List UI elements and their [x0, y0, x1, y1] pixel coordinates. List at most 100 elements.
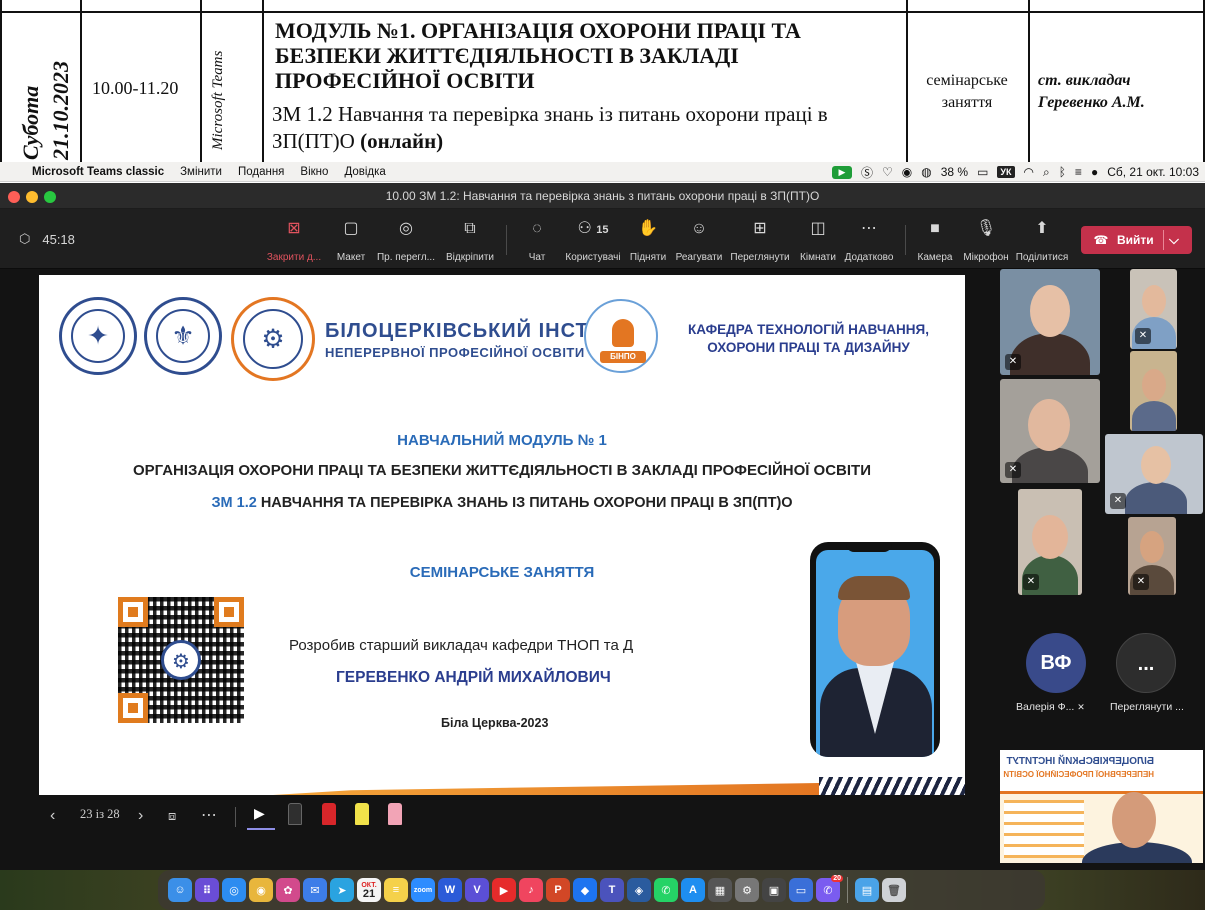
schedule-submodule-mode: (онлайн): [360, 129, 444, 153]
eraser-icon[interactable]: [388, 803, 402, 825]
highlighter-icon[interactable]: [355, 803, 369, 825]
vpn-icon[interactable]: ◍: [921, 165, 931, 179]
siri-icon[interactable]: ●: [1091, 165, 1098, 179]
powerpoint-icon[interactable]: P: [546, 878, 570, 902]
raise-hand-button[interactable]: ✋ Підняти: [627, 219, 669, 263]
see-all-participants-label[interactable]: Переглянути ...: [1110, 701, 1184, 713]
youtube-icon[interactable]: ▶: [492, 878, 516, 902]
participant-video[interactable]: ✕: [1018, 489, 1082, 595]
keyboard-layout[interactable]: УК: [997, 166, 1015, 178]
menu-app-name[interactable]: Microsoft Teams classic: [24, 166, 172, 178]
calendar-icon[interactable]: ОКТ. 21: [357, 878, 381, 902]
camera-button[interactable]: ■ Камера: [916, 219, 954, 263]
viber-badge-icon[interactable]: ✆ 20: [816, 875, 843, 902]
notes-icon[interactable]: ≡: [384, 878, 408, 902]
next-slide-button[interactable]: ›: [138, 805, 143, 827]
participant-video[interactable]: ✕: [1130, 269, 1177, 349]
people-label: Користувачі: [565, 252, 621, 263]
preview-app-icon[interactable]: ▣: [762, 878, 786, 902]
chat-button[interactable]: ◌ Чат: [522, 219, 552, 263]
telegram-icon[interactable]: ➤: [330, 878, 354, 902]
bluetooth-icon[interactable]: ᛒ: [1059, 165, 1066, 179]
skype-icon[interactable]: Ⓢ: [861, 164, 873, 181]
share-button[interactable]: ⬆ Поділитися: [1014, 219, 1070, 263]
menu-item-help[interactable]: Довідка: [336, 166, 393, 178]
raise-hand-label: Підняти: [629, 252, 667, 263]
pop-out-button[interactable]: ⧉ Відкріпити: [444, 219, 496, 263]
mail-icon[interactable]: ✉: [303, 878, 327, 902]
participant-video[interactable]: ✕: [1128, 517, 1176, 595]
minimize-window-button[interactable]: [26, 191, 38, 203]
viber-icon[interactable]: V: [465, 878, 489, 902]
macos-menu-bar: Microsoft Teams classic Змінити Подання …: [0, 162, 1205, 182]
hang-up-icon: ☎: [1093, 233, 1109, 247]
more-icon: ⋯: [861, 220, 877, 237]
calculator-icon[interactable]: ▦: [708, 878, 732, 902]
participant-video[interactable]: ✕: [1105, 434, 1203, 514]
participant-video[interactable]: [1130, 351, 1177, 431]
control-center-icon[interactable]: ≡: [1075, 165, 1082, 179]
spotlight-icon[interactable]: ⌕: [1043, 165, 1050, 180]
laser-pointer-icon[interactable]: ▶: [254, 805, 268, 823]
music-icon[interactable]: ♪: [519, 878, 543, 902]
chrome-icon[interactable]: ◉: [249, 878, 273, 902]
schedule-time: 10.00-11.20: [92, 78, 179, 98]
black-pen-icon[interactable]: [288, 803, 302, 825]
menu-item-edit[interactable]: Змінити: [172, 166, 230, 178]
layout-button[interactable]: ▢ Макет: [332, 219, 370, 263]
see-all-participants-button[interactable]: ...: [1116, 633, 1176, 693]
previous-slide-button[interactable]: ‹: [50, 805, 55, 827]
menu-clock[interactable]: Сб, 21 окт. 10:03: [1107, 165, 1199, 179]
meeting-timer: ⬡ 45:18: [19, 231, 75, 247]
participant-name[interactable]: Валерія Ф... ✕: [1016, 701, 1085, 713]
preview-button[interactable]: ◎ Пр. перегл...: [373, 219, 439, 263]
trash-icon[interactable]: 🗑: [882, 878, 906, 902]
wifi-icon[interactable]: ◠: [1024, 165, 1034, 179]
menu-item-window[interactable]: Вікно: [292, 166, 336, 178]
binpo-logo-icon: БІНПО: [584, 299, 658, 373]
app-icon[interactable]: ◈: [627, 878, 651, 902]
color-wheel-icon[interactable]: ◉: [902, 165, 912, 179]
screen-share-icon[interactable]: ▭: [789, 878, 813, 902]
stop-sharing-button[interactable]: ⊠ Закрити д...: [263, 219, 325, 263]
more-button[interactable]: ⋯ Додатково: [843, 219, 895, 263]
launchpad-icon[interactable]: ⠿: [195, 878, 219, 902]
institute-name-line2: НЕПЕРЕРВНОЇ ПРОФЕСІЙНОЇ ОСВІТИ: [325, 345, 585, 360]
slide-controls: ‹ 23 із 28 › ⧈ ⋯ ▶: [0, 795, 1000, 839]
settings-icon[interactable]: ⚙: [735, 878, 759, 902]
word-icon[interactable]: W: [438, 878, 462, 902]
menu-item-view[interactable]: Подання: [230, 166, 292, 178]
downloads-folder-icon[interactable]: ▤: [855, 878, 879, 902]
people-button[interactable]: ⚇ 15 Користувачі: [562, 219, 624, 263]
avatar[interactable]: ВФ: [1026, 633, 1086, 693]
more-options-icon[interactable]: ⋯: [201, 805, 217, 827]
finder-icon[interactable]: ☺: [168, 878, 192, 902]
red-pen-icon[interactable]: [322, 803, 336, 825]
zoom-window-button[interactable]: [44, 191, 56, 203]
battery-icon[interactable]: ▭: [977, 165, 988, 179]
self-video[interactable]: БІЛОЦЕРКІВСЬКИЙ ІНСТИТУТ НЕПЕРЕРВНОЇ ПРО…: [1000, 750, 1203, 863]
participant-video[interactable]: ✕: [1000, 269, 1100, 375]
self-banner-line2: НЕПЕРЕРВНОЇ ПРОФЕСІЙНОЇ ОСВІТИ: [1003, 770, 1154, 779]
rooms-button[interactable]: ◫ Кімнати: [795, 219, 841, 263]
participant-video[interactable]: ✕: [1000, 379, 1100, 483]
leave-button[interactable]: ☎ Вийти ⌵: [1081, 226, 1192, 254]
close-window-button[interactable]: [8, 191, 20, 203]
view-button[interactable]: ⊞ Переглянути: [729, 219, 791, 263]
teams-icon[interactable]: T: [600, 878, 624, 902]
facetime-status-icon[interactable]: ▶: [831, 165, 852, 179]
photos-icon[interactable]: ✿: [276, 878, 300, 902]
react-button[interactable]: ☺ Реагувати: [674, 219, 724, 263]
grid-view-icon[interactable]: ⧈: [168, 805, 176, 827]
zoom-icon[interactable]: zoom: [411, 878, 435, 902]
battery-label[interactable]: 38 %: [941, 165, 968, 179]
chevron-down-icon[interactable]: ⌵: [1169, 226, 1179, 254]
safari-icon[interactable]: ◎: [222, 878, 246, 902]
app-icon[interactable]: ◆: [573, 878, 597, 902]
shield-icon[interactable]: ♡: [882, 165, 893, 179]
whatsapp-icon[interactable]: ✆: [654, 878, 678, 902]
mic-button[interactable]: 🎙 Мікрофон: [960, 219, 1012, 263]
share-label: Поділитися: [1015, 252, 1069, 263]
app-store-icon[interactable]: A: [681, 878, 705, 902]
schedule-teacher-name: Геревенко А.М.: [1038, 94, 1145, 111]
